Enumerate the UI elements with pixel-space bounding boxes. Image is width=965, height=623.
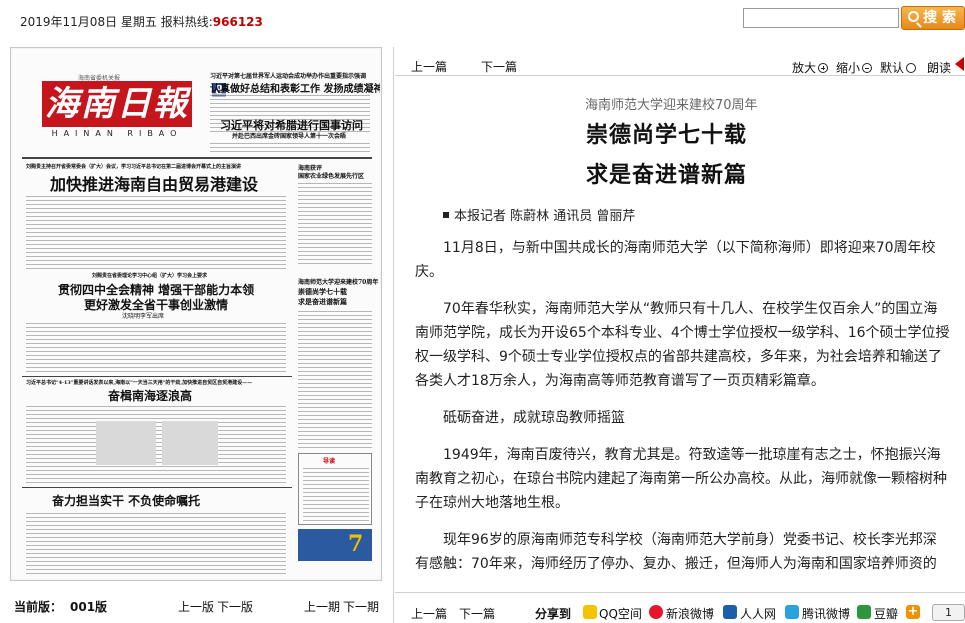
guide-label: 导读 (323, 458, 336, 465)
article-kicker: 海南师范大学迎来建校70周年 (585, 98, 758, 113)
news-photo (162, 421, 218, 465)
search-button-label: 搜 索 (923, 10, 956, 26)
read-aloud-label: 朗读 (927, 61, 952, 75)
zoom-in-button[interactable]: 放大 (792, 59, 829, 76)
tencent-weibo-icon[interactable] (785, 605, 799, 619)
masthead-pinyin: HAINAN RIBAO (51, 129, 183, 138)
ad-number: 7 (348, 531, 364, 557)
newspaper-page-thumbnail[interactable]: 海南省委机关报 海南日報 HAINAN RIBAO 8 习近平对第七届世界军人运… (12, 49, 380, 579)
zoom-out-label: 缩小 (836, 61, 861, 75)
toolbar-divider (395, 75, 965, 76)
side-headline-2[interactable]: 国家农业绿色发展先行区 (298, 171, 364, 180)
news-photo (96, 421, 156, 465)
prev-edition-link[interactable]: 上一版 (178, 598, 214, 615)
mid-kicker[interactable]: 刘赐贵在省委理论学习中心组（扩大）学习会上要求 (92, 272, 207, 279)
top-headline-1[interactable]: 习近平对第七届世界军人运动会成功举办作出重要指示强调 (210, 71, 366, 80)
zoom-out-icon (862, 63, 873, 73)
zoom-in-icon (818, 63, 829, 73)
article-subheading: 砥砺奋进，成就琼岛教师摇篮 (443, 410, 625, 426)
top-bar: 2019年11月08日 星期五 报料热线:966123 搜 索 (0, 0, 965, 38)
bullet-icon (443, 212, 449, 218)
speaker-icon[interactable] (955, 57, 964, 71)
bottom-divider (395, 592, 965, 593)
top-headline-4[interactable]: 并赴巴西出席金砖国家领导人第十一次会晤 (232, 131, 346, 140)
share-sina-weibo[interactable]: 新浪微博 (666, 605, 714, 622)
current-edition-label: 当前版： (14, 600, 63, 614)
current-edition-value: 001版 (70, 600, 108, 614)
search-input[interactable] (743, 8, 899, 28)
band-headline[interactable]: 奋楫南海逐浪高 (108, 387, 192, 404)
next-article-link[interactable]: 下一篇 (481, 58, 517, 75)
prev-issue-link[interactable]: 上一期 (304, 598, 340, 615)
date-hotline: 2019年11月08日 星期五 报料热线:966123 (20, 13, 263, 30)
share-douban[interactable]: 豆瓣 (874, 605, 898, 622)
bottom-prev-article-link[interactable]: 上一篇 (411, 605, 447, 622)
weibo-icon[interactable] (649, 605, 663, 619)
renren-icon[interactable] (723, 605, 737, 619)
side-headline-4[interactable]: 崇德尚学七十载 (298, 287, 347, 297)
hotline-number: 966123 (212, 15, 263, 29)
article-paragraph: 现年96岁的原海南师范专科学校（海南师范大学前身）党委书记、校长李光邦深有感触：… (415, 532, 937, 572)
mid-sub: 沈晓明李军出席 (122, 313, 165, 320)
side-headline-3[interactable]: 海南师范大学迎来建校70周年 (298, 277, 378, 286)
search-icon (908, 11, 919, 22)
next-issue-link[interactable]: 下一期 (343, 598, 379, 615)
douban-icon[interactable] (857, 605, 871, 619)
qzone-icon[interactable] (583, 605, 597, 619)
side-headline-5[interactable]: 求是奋进谱新篇 (298, 297, 347, 307)
lead-headline[interactable]: 加快推进海南自由贸易港建设 (50, 171, 258, 195)
band-kicker[interactable]: 习近平总书记"4·13"重要讲话发表以来,海南以"一天当三天用"的干劲,加快推进… (26, 379, 252, 386)
ad-banner[interactable]: 7 (298, 529, 372, 561)
article-paragraph: 11月8日，与新中国共成长的海南师范大学（以下简称海师）即将迎来70周年校庆。 (415, 240, 936, 280)
article-title-line1: 崇德尚学七十载 (586, 122, 748, 148)
masthead-logo: 海南日報 (42, 81, 192, 127)
article-paragraph: 70年春华秋实，海南师范大学从“教师只有十几人、在校学生仅百余人”的国立海南师范… (415, 301, 950, 389)
zoom-in-label: 放大 (792, 61, 817, 75)
radio-icon (906, 63, 917, 73)
article-paragraph: 1949年，海南百废待兴，教育尤其是。符致逵等一批琼崖有志之士，怀抱振兴海南教育… (415, 447, 947, 511)
hotline-label: 报料热线: (160, 15, 213, 29)
prev-article-link[interactable]: 上一篇 (411, 58, 447, 75)
bottom-next-article-link[interactable]: 下一篇 (459, 605, 495, 622)
date-text: 2019年11月08日 星期五 (20, 15, 157, 29)
bottom-headline[interactable]: 奋力担当实干 不负使命嘱托 (52, 492, 200, 509)
search-button[interactable]: 搜 索 (901, 6, 965, 30)
zoom-out-button[interactable]: 缩小 (836, 59, 873, 76)
share-renren[interactable]: 人人网 (740, 605, 776, 622)
byline-text: 本报记者 陈蔚林 通讯员 曾丽芹 (454, 209, 636, 224)
panel-divider (393, 47, 394, 623)
page-number-box[interactable]: 1 (932, 604, 965, 621)
article-title-line2: 求是奋进谱新篇 (586, 162, 748, 188)
zoom-default-label: 默认 (880, 61, 905, 75)
next-edition-link[interactable]: 下一版 (217, 598, 253, 615)
more-share-icon[interactable]: + (906, 605, 920, 619)
newspaper-page-panel: 海南省委机关报 海南日報 HAINAN RIBAO 8 习近平对第七届世界军人运… (10, 47, 382, 581)
share-qzone[interactable]: QQ空间 (599, 605, 642, 622)
read-aloud-button[interactable]: 朗读 (927, 59, 951, 76)
guide-box: 导读 (298, 453, 372, 525)
zoom-default-button[interactable]: 默认 (880, 59, 917, 76)
lead-kicker[interactable]: 刘赐贵主持召开省委常委会（扩大）会议，学习习近平总书记在第二届进博会开幕式上的主… (26, 163, 241, 170)
share-tencent-weibo[interactable]: 腾讯微博 (802, 605, 850, 622)
article-byline: 本报记者 陈蔚林 通讯员 曾丽芹 (443, 205, 635, 224)
share-label: 分享到 (535, 607, 572, 621)
article-body: 11月8日，与新中国共成长的海南师范大学（以下简称海师）即将迎来70周年校庆。 … (415, 236, 950, 581)
